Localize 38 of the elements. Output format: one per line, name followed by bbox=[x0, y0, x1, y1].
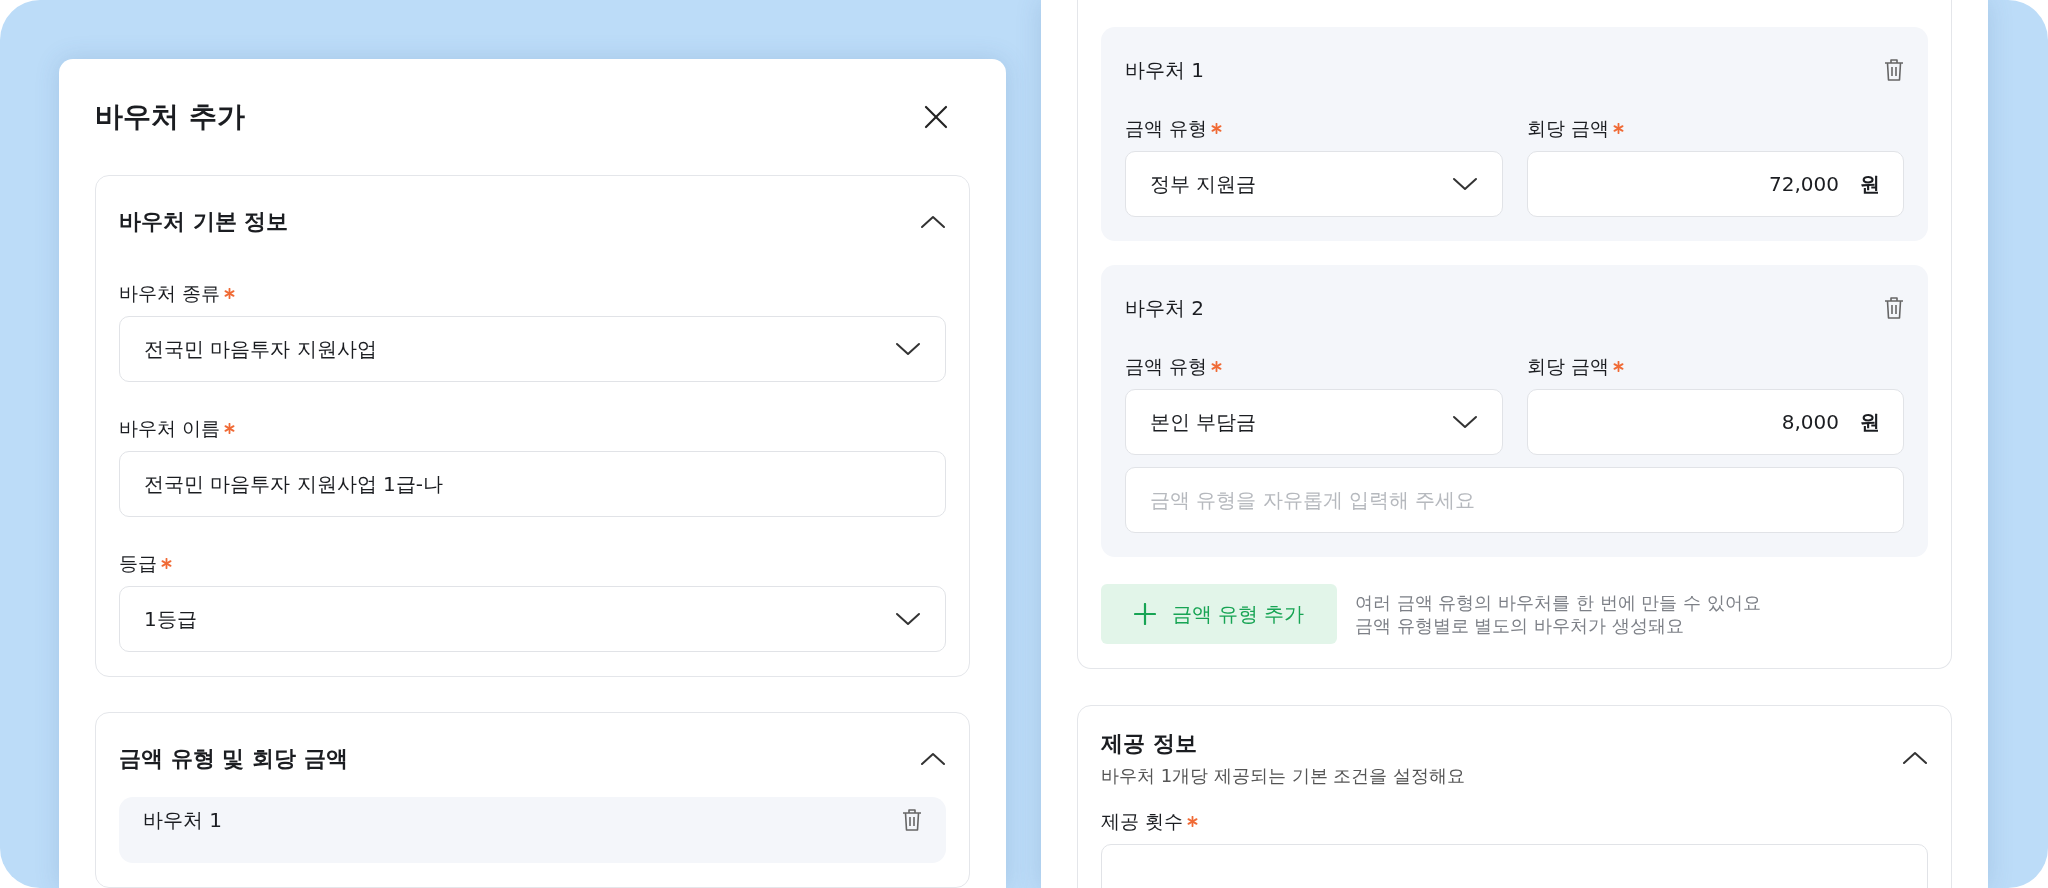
dropdown[interactable]: 1등급 bbox=[119, 586, 946, 652]
field-label: 금액 유형 bbox=[1125, 354, 1208, 379]
plus-icon bbox=[1133, 603, 1156, 625]
chevron-down-icon bbox=[1451, 175, 1478, 193]
collapse-chevron-icon[interactable] bbox=[1902, 749, 1928, 767]
text-field[interactable]: 금액 유형을 자유롭게 입력해 주세요 bbox=[1125, 467, 1904, 533]
chevron-down-icon bbox=[1451, 413, 1478, 431]
close-icon[interactable] bbox=[924, 105, 948, 129]
hint-text: 여러 금액 유형의 바우처를 한 번에 만들 수 있어요 bbox=[1355, 591, 1761, 614]
field-label: 등급 bbox=[119, 551, 157, 576]
hint-text: 금액 유형별로 별도의 바우처가 생성돼요 bbox=[1355, 614, 1685, 637]
collapse-chevron-icon[interactable] bbox=[920, 213, 946, 231]
trash-icon[interactable] bbox=[902, 808, 922, 832]
modal-title: 바우처 추가 bbox=[95, 99, 245, 135]
voucher-title: 바우처 1 bbox=[1125, 57, 1205, 83]
section-title: 금액 유형 및 회당 금액 bbox=[119, 745, 348, 773]
currency-unit: 원 bbox=[1860, 408, 1880, 436]
dropdown[interactable]: 전국민 마음투자 지원사업 bbox=[119, 316, 946, 382]
text-field[interactable]: 전국민 마음투자 지원사업 1급-나 bbox=[119, 451, 946, 517]
field-label: 제공 횟수 bbox=[1101, 809, 1184, 834]
trash-icon[interactable] bbox=[1884, 58, 1904, 82]
section-subtitle: 바우처 1개당 제공되는 기본 조건을 설정해요 bbox=[1101, 764, 1466, 788]
voucher-title: 바우처 1 bbox=[143, 807, 223, 833]
section-title: 제공 정보 bbox=[1101, 730, 1198, 758]
dropdown[interactable]: 본인 부담금 bbox=[1125, 389, 1503, 455]
field-label: 바우처 이름 bbox=[119, 416, 221, 441]
dropdown[interactable]: 정부 지원금 bbox=[1125, 151, 1503, 217]
voucher-title: 바우처 2 bbox=[1125, 295, 1205, 321]
section-title: 바우처 기본 정보 bbox=[119, 208, 289, 236]
collapse-chevron-icon[interactable] bbox=[920, 750, 946, 768]
currency-unit: 원 bbox=[1860, 170, 1880, 198]
chevron-down-icon bbox=[895, 340, 921, 358]
trash-icon[interactable] bbox=[1884, 296, 1904, 320]
field-label: 회당 금액 bbox=[1526, 116, 1609, 141]
field-label: 회당 금액 bbox=[1526, 354, 1609, 379]
field-label: 금액 유형 bbox=[1125, 116, 1208, 141]
field-label: 바우처 종류 bbox=[119, 281, 221, 306]
chevron-down-icon bbox=[895, 610, 921, 628]
